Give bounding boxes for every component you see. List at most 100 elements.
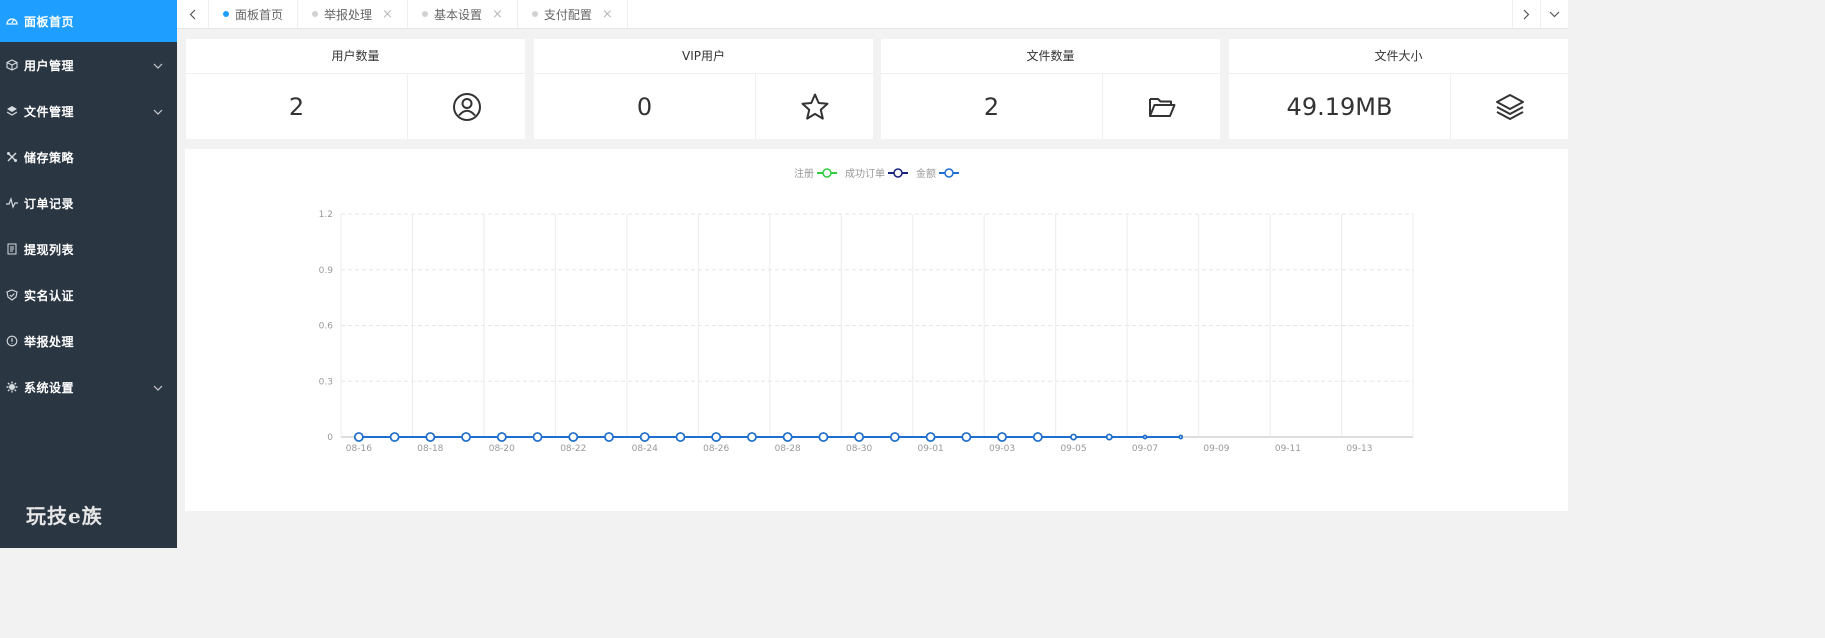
sidebar-item-label: 系统设置 <box>24 380 75 395</box>
stat-card-value: 0 <box>534 74 756 139</box>
sidebar-item-label: 提现列表 <box>24 242 75 257</box>
tab-scroll-right-button[interactable] <box>1512 0 1540 28</box>
chevron-down-icon <box>1549 11 1560 17</box>
layers-stack-icon <box>1451 74 1568 139</box>
tab-label: 举报处理 <box>324 7 373 22</box>
x-tick-label: 09-09 <box>1203 444 1229 454</box>
tab-spacer <box>628 0 1512 28</box>
sidebar-item-report-handling[interactable]: 举报处理 <box>0 318 177 364</box>
data-point <box>1032 432 1043 442</box>
tab-menu-dropdown-button[interactable] <box>1540 0 1568 28</box>
chevron-down-icon <box>153 380 163 394</box>
data-point <box>568 432 579 442</box>
y-tick-label: 0.3 <box>319 377 333 387</box>
line-chart: 0 0.3 0.6 0.9 1.2 08-16 08-18 08-20 08-22 08-24 08… <box>319 210 1414 454</box>
tab-label: 基本设置 <box>433 7 482 22</box>
y-tick-label: 0.6 <box>319 322 334 332</box>
x-tick-label: 09-11 <box>1275 444 1301 454</box>
chevron-down-icon <box>153 104 163 118</box>
tab-bar: 面板首页 举报处理 × 基本设置 × 支付配置 × <box>177 0 1568 29</box>
data-point <box>675 432 686 442</box>
folder-open-icon <box>1103 74 1220 139</box>
data-point <box>1070 433 1077 441</box>
data-point <box>890 432 900 442</box>
sidebar-item-label: 储存策略 <box>24 150 75 165</box>
chevron-down-icon <box>153 58 163 72</box>
data-point <box>532 432 543 442</box>
sidebar-item-dashboard[interactable]: 面板首页 <box>0 0 177 42</box>
user-circle-icon <box>408 74 525 139</box>
stat-card-value: 2 <box>881 74 1103 139</box>
y-tick-label: 0.9 <box>319 266 334 276</box>
brand-logo: 玩技e族 <box>26 504 103 528</box>
close-icon[interactable]: × <box>602 7 613 22</box>
sidebar-item-label: 用户管理 <box>24 58 75 73</box>
x-tick-label: 09-13 <box>1346 444 1372 454</box>
tab-dashboard[interactable]: 面板首页 <box>209 0 299 28</box>
data-point <box>747 432 757 442</box>
sidebar-item-system-settings[interactable]: 系统设置 <box>0 364 177 410</box>
close-icon[interactable]: × <box>492 7 503 22</box>
data-point <box>604 432 614 442</box>
tab-scroll-left-button[interactable] <box>177 0 209 28</box>
data-point <box>782 432 793 442</box>
sidebar-item-label: 订单记录 <box>24 196 75 211</box>
tab-label: 支付配置 <box>543 7 592 22</box>
stat-card-file-size: 文件大小 49.19MB <box>1229 39 1568 139</box>
y-tick-label: 0 <box>327 433 333 443</box>
data-point <box>354 432 364 442</box>
sidebar-item-storage-policy[interactable]: 储存策略 <box>0 134 177 180</box>
tab-status-dot <box>421 11 428 17</box>
tools-icon <box>4 149 20 165</box>
sidebar-item-order-records[interactable]: 订单记录 <box>0 180 177 226</box>
data-point <box>425 432 436 442</box>
data-point <box>639 432 650 442</box>
stat-card-value: 2 <box>186 74 408 139</box>
x-tick-label: 08-18 <box>417 444 443 454</box>
x-tick-label: 08-26 <box>703 444 729 454</box>
x-tick-label: 08-24 <box>632 444 658 454</box>
x-tick-label: 08-20 <box>489 444 515 454</box>
sidebar-item-real-name-verification[interactable]: 实名认证 <box>0 272 177 318</box>
data-point <box>389 432 400 442</box>
stat-card-title: 文件数量 <box>881 39 1220 74</box>
data-point <box>1142 434 1148 440</box>
tab-basic-settings[interactable]: 基本设置 × <box>408 0 518 28</box>
chart-panel: 注册 成功订单 金额 0 0.3 0.6 0.9 1.2 08-16 08-18 08-20 0… <box>185 149 1568 511</box>
sidebar: 面板首页 用户管理 文件管理 储存策略 订单记录 提现列表 实名认证 举报处理 … <box>0 0 177 548</box>
close-icon[interactable]: × <box>382 7 393 22</box>
data-point <box>997 432 1007 442</box>
pulse-icon <box>4 195 20 211</box>
data-point <box>496 432 507 442</box>
x-tick-label: 08-16 <box>346 444 372 454</box>
stat-card-file-count: 文件数量 2 <box>881 39 1220 139</box>
x-tick-label: 09-01 <box>918 444 944 454</box>
sidebar-item-label: 面板首页 <box>24 14 75 29</box>
x-tick-label: 09-03 <box>989 444 1015 454</box>
data-point <box>711 432 722 442</box>
data-point <box>818 432 829 442</box>
cube-icon <box>4 57 20 73</box>
tab-payment-config[interactable]: 支付配置 × <box>518 0 628 28</box>
x-tick-label: 08-22 <box>560 444 586 454</box>
stat-card-title: VIP用户 <box>534 39 873 74</box>
tab-status-dot <box>312 11 319 17</box>
sidebar-item-file-management[interactable]: 文件管理 <box>0 88 177 134</box>
list-icon <box>4 241 20 257</box>
tab-report-handling[interactable]: 举报处理 × <box>298 0 408 28</box>
x-tick-label: 08-30 <box>846 444 872 454</box>
sidebar-item-withdraw-list[interactable]: 提现列表 <box>0 226 177 272</box>
data-point <box>1105 433 1113 441</box>
stat-card-title: 文件大小 <box>1229 39 1568 74</box>
stat-card-user-count: 用户数量 2 <box>186 39 525 139</box>
shield-check-icon <box>4 287 20 303</box>
chevron-left-icon <box>189 9 196 19</box>
tab-label: 面板首页 <box>235 7 284 22</box>
y-tick-label: 1.2 <box>319 210 333 220</box>
dashboard-icon <box>4 13 20 29</box>
sidebar-item-label: 文件管理 <box>24 104 75 119</box>
stat-card-title: 用户数量 <box>186 39 525 74</box>
sidebar-item-user-management[interactable]: 用户管理 <box>0 42 177 88</box>
sidebar-item-label: 实名认证 <box>24 288 75 303</box>
data-point <box>461 432 471 442</box>
